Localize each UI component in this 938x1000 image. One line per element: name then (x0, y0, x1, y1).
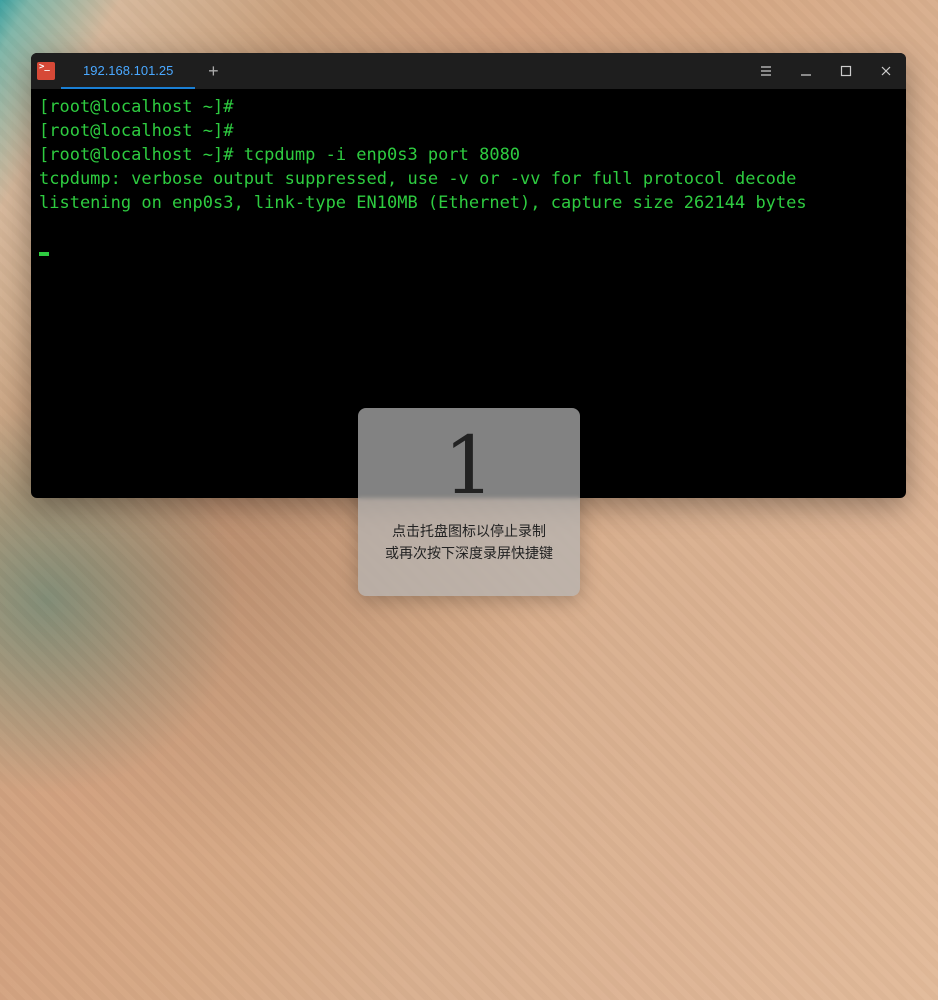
tab-group: 192.168.101.25 + (31, 53, 231, 89)
minimize-button[interactable] (786, 53, 826, 89)
maximize-icon (840, 65, 852, 77)
terminal-text-out: tcpdump: verbose output suppressed, use … (39, 169, 796, 189)
maximize-button[interactable] (826, 53, 866, 89)
plus-icon: + (208, 61, 219, 82)
overlay-line-1: 点击托盘图标以停止录制 (385, 520, 553, 542)
terminal-line: [root@localhost ~]# (39, 95, 898, 119)
new-tab-button[interactable]: + (195, 53, 231, 89)
countdown-message: 点击托盘图标以停止录制 或再次按下深度录屏快捷键 (385, 520, 553, 564)
window-title-bar[interactable]: 192.168.101.25 + (31, 53, 906, 89)
hamburger-icon (759, 64, 773, 78)
terminal-cursor-line (39, 239, 898, 263)
terminal-app-icon (31, 53, 61, 89)
window-controls (746, 53, 906, 89)
terminal-line: listening on enp0s3, link-type EN10MB (E… (39, 191, 898, 215)
terminal-line: [root@localhost ~]# (39, 119, 898, 143)
terminal-text-prompt: [root@localhost ~]# (39, 145, 244, 165)
title-bar-spacer (231, 53, 746, 89)
terminal-text-prompt: [root@localhost ~]# (39, 121, 233, 141)
menu-button[interactable] (746, 53, 786, 89)
overlay-line-2: 或再次按下深度录屏快捷键 (385, 542, 553, 564)
screen-record-countdown-overlay: 1 点击托盘图标以停止录制 或再次按下深度录屏快捷键 (358, 408, 580, 596)
terminal-text-prompt: [root@localhost ~]# (39, 97, 233, 117)
terminal-blank-line (39, 215, 898, 239)
tab-active[interactable]: 192.168.101.25 (61, 53, 195, 89)
terminal-text-out: listening on enp0s3, link-type EN10MB (E… (39, 193, 807, 213)
desktop-background: 192.168.101.25 + (0, 0, 938, 1000)
terminal-icon (37, 62, 55, 80)
terminal-cursor (39, 252, 49, 256)
countdown-number: 1 (444, 426, 495, 506)
terminal-line: [root@localhost ~]# tcpdump -i enp0s3 po… (39, 143, 898, 167)
minimize-icon (800, 65, 812, 77)
close-button[interactable] (866, 53, 906, 89)
terminal-line: tcpdump: verbose output suppressed, use … (39, 167, 898, 191)
terminal-text-cmd: tcpdump -i enp0s3 port 8080 (244, 145, 520, 165)
close-icon (880, 65, 892, 77)
tab-label: 192.168.101.25 (83, 63, 173, 78)
